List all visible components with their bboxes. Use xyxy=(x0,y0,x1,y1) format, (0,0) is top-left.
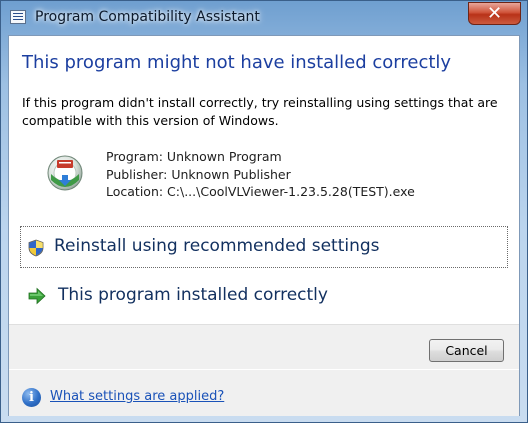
button-bar: Cancel xyxy=(9,324,519,369)
program-location: Location: C:\...\CoolVLViewer-1.23.5.28(… xyxy=(106,184,415,199)
cancel-button[interactable]: Cancel xyxy=(429,339,504,362)
main-heading: This program might not have installed co… xyxy=(22,52,452,73)
close-icon: ✕ xyxy=(486,2,503,24)
what-settings-applied-link[interactable]: What settings are applied? xyxy=(50,389,224,404)
program-publisher: Publisher: Unknown Publisher xyxy=(106,166,291,182)
compatibility-assistant-icon xyxy=(10,10,26,24)
reinstall-recommended-button[interactable]: Reinstall using recommended settings xyxy=(20,226,508,268)
description-text: If this program didn't install correctly… xyxy=(22,95,498,128)
green-arrow-icon xyxy=(28,287,46,305)
installed-correctly-label: This program installed correctly xyxy=(58,285,328,305)
title-bar[interactable]: Program Compatibility Assistant ✕ xyxy=(1,1,527,35)
dialog-content: This program might not have installed co… xyxy=(8,35,520,416)
window-title: Program Compatibility Assistant xyxy=(35,9,260,25)
uac-shield-icon xyxy=(28,239,44,257)
installed-correctly-button[interactable]: This program installed correctly xyxy=(20,276,508,318)
program-name: Program: Unknown Program xyxy=(106,149,282,164)
program-details: Program: Unknown Program Publisher: Unkn… xyxy=(106,148,415,201)
reinstall-recommended-label: Reinstall using recommended settings xyxy=(54,236,380,256)
installer-disc-icon xyxy=(47,155,83,191)
close-button[interactable]: ✕ xyxy=(468,2,521,25)
program-compatibility-window: Program Compatibility Assistant ✕ This p… xyxy=(0,0,528,423)
dialog-footer: i What settings are applied? xyxy=(9,369,519,416)
info-icon: i xyxy=(22,388,41,407)
